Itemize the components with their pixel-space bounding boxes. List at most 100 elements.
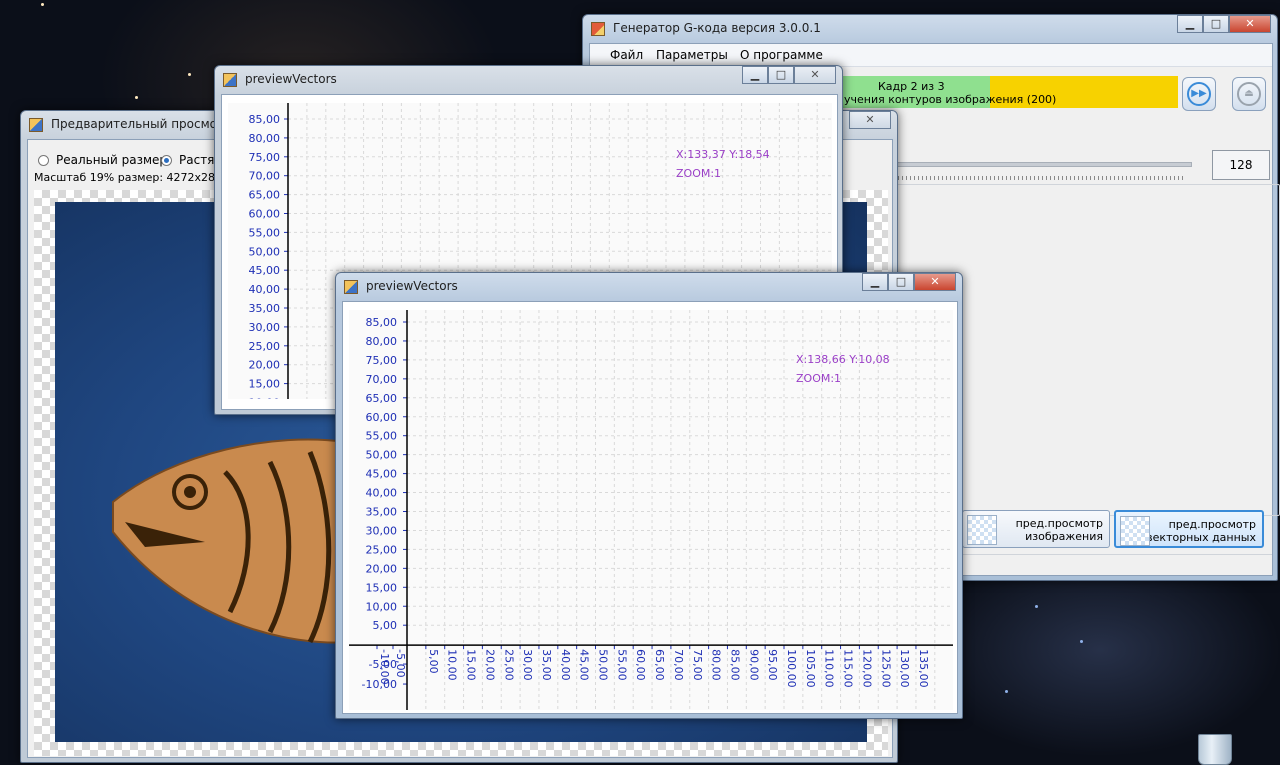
real-size-radio[interactable]: [38, 155, 49, 166]
preview-vectors-button[interactable]: пред.просмотр векторных данных: [1114, 510, 1264, 548]
x-tick-label: 115,00: [842, 649, 855, 688]
progress-status: учения контуров изображения (200): [844, 93, 1057, 106]
vectors-front-titlebar[interactable]: previewVectors ▁ □ ✕: [336, 273, 962, 301]
y-tick-label: 25,00: [249, 340, 281, 353]
vectors-window-front: previewVectors ▁ □ ✕ 85,00 80,00 75,00 70,0…: [335, 272, 963, 719]
main-window-title: Генератор G-кода версия 3.0.0.1: [613, 21, 821, 35]
main-titlebar[interactable]: Генератор G-кода версия 3.0.0.1 ▁ □ ✕: [583, 15, 1277, 43]
vectors-front-client: 85,00 80,00 75,00 70,00 65,00 60,00 55,00 50,00…: [342, 301, 958, 714]
x-tick-label: 85,00: [728, 649, 741, 681]
y-tick-label: 5,00: [373, 619, 398, 632]
x-tick-label: 40,00: [559, 649, 572, 681]
y-tick-label: 60,00: [366, 411, 398, 424]
eject-button[interactable]: ⏏: [1232, 77, 1266, 111]
y-tick-label: 25,00: [366, 543, 398, 556]
minimize-button[interactable]: ▁: [1177, 15, 1203, 33]
vectors-front-plot: 85,00 80,00 75,00 70,00 65,00 60,00 55,00 50,00…: [349, 310, 953, 710]
x-tick-label: 10,00: [446, 649, 459, 681]
y-tick-label: 50,00: [366, 449, 398, 462]
menu-about[interactable]: О программе: [740, 48, 823, 62]
threshold-slider-ticks: [890, 176, 1185, 180]
eject-icon: ⏏: [1237, 82, 1261, 106]
star: [135, 96, 138, 99]
y-tick-label: 85,00: [366, 316, 398, 329]
y-tick-label: 35,00: [366, 506, 398, 519]
x-tick-label: -5,00: [394, 649, 407, 677]
x-tick-label: 20,00: [483, 649, 496, 681]
x-tick-label: 120,00: [860, 649, 873, 688]
y-tick-label: 20,00: [366, 562, 398, 575]
x-tick-label: 45,00: [578, 649, 591, 681]
minimize-button[interactable]: ▁: [742, 66, 768, 84]
y-tick-label: 75,00: [366, 354, 398, 367]
x-tick-label: 55,00: [615, 649, 628, 681]
x-tick-label: 5,00: [427, 649, 440, 674]
menu-parameters[interactable]: Параметры: [656, 48, 728, 62]
star: [1080, 640, 1083, 643]
window-icon: [223, 73, 237, 87]
y-tick-label: 75,00: [249, 151, 281, 164]
y-tick-label: 15,00: [366, 581, 398, 594]
star: [41, 3, 44, 6]
star: [188, 73, 191, 76]
x-tick-label: 95,00: [766, 649, 779, 681]
y-tick-label: 40,00: [249, 283, 281, 296]
x-tick-label: 105,00: [804, 649, 817, 688]
threshold-slider-track[interactable]: [890, 162, 1192, 167]
close-button[interactable]: ✕: [1229, 15, 1271, 33]
star: [1035, 605, 1038, 608]
y-tick-label: 50,00: [249, 245, 281, 258]
star: [1005, 690, 1008, 693]
x-tick-label: 135,00: [917, 649, 930, 688]
x-tick-label: 25,00: [502, 649, 515, 681]
vectors-back-titlebar[interactable]: previewVectors ▁ □ ✕: [215, 66, 842, 94]
menu-file[interactable]: Файл: [610, 48, 643, 62]
y-tick-label: 30,00: [366, 524, 398, 537]
y-tick-label: 80,00: [249, 132, 281, 145]
y-tick-label: 40,00: [366, 487, 398, 500]
y-tick-label: 55,00: [366, 430, 398, 443]
vectors-front-zoom: ZOOM:1: [796, 372, 842, 385]
close-button[interactable]: ✕: [794, 66, 836, 84]
close-button[interactable]: ✕: [914, 273, 956, 291]
stretch-radio[interactable]: [161, 155, 172, 166]
x-tick-label: 125,00: [879, 649, 892, 688]
app-icon: [591, 22, 605, 36]
maximize-button[interactable]: □: [1203, 15, 1229, 33]
vectors-front-title: previewVectors: [366, 279, 458, 293]
progress-label: Кадр 2 из 3: [878, 80, 945, 93]
recycle-bin-icon[interactable]: [1198, 734, 1232, 765]
vectors-back-zoom: ZOOM:1: [676, 167, 722, 180]
threshold-value[interactable]: 128: [1212, 150, 1270, 180]
vector-preview-icon: [1120, 516, 1150, 546]
x-tick-label: 60,00: [634, 649, 647, 681]
maximize-button[interactable]: □: [768, 66, 794, 84]
menubar: Файл Параметры О программе: [590, 44, 1272, 67]
vectors-front-coordinates: X:138,66 Y:10,08: [796, 353, 890, 366]
preview-image-button[interactable]: пред.просмотр изображения: [962, 510, 1110, 548]
y-tick-label: 70,00: [366, 373, 398, 386]
maximize-button[interactable]: □: [888, 273, 914, 291]
x-tick-label: 15,00: [465, 649, 478, 681]
close-button[interactable]: ✕: [849, 111, 891, 129]
y-tick-label: 80,00: [366, 335, 398, 348]
x-tick-label: 70,00: [672, 649, 685, 681]
vectors-back-coordinates: X:133,37 Y:18,54: [676, 148, 770, 161]
vectors-back-title: previewVectors: [245, 72, 337, 86]
real-size-label: Реальный размер: [56, 153, 168, 167]
x-tick-label: 35,00: [540, 649, 553, 681]
x-tick-label: 130,00: [898, 649, 911, 688]
x-tick-label: 90,00: [747, 649, 760, 681]
image-preview-icon: [967, 515, 997, 545]
x-tick-label: 65,00: [653, 649, 666, 681]
x-tick-label: 30,00: [521, 649, 534, 681]
x-tick-label: 100,00: [785, 649, 798, 688]
next-frame-button[interactable]: ▶▶: [1182, 77, 1216, 111]
y-tick-label: 60,00: [249, 208, 281, 221]
minimize-button[interactable]: ▁: [862, 273, 888, 291]
preview-image-title: Предварительный просмотр: [51, 117, 232, 131]
y-tick-label: 70,00: [249, 170, 281, 183]
y-tick-label: 85,00: [249, 113, 281, 126]
y-tick-label: 45,00: [366, 468, 398, 481]
x-tick-label: 75,00: [691, 649, 704, 681]
